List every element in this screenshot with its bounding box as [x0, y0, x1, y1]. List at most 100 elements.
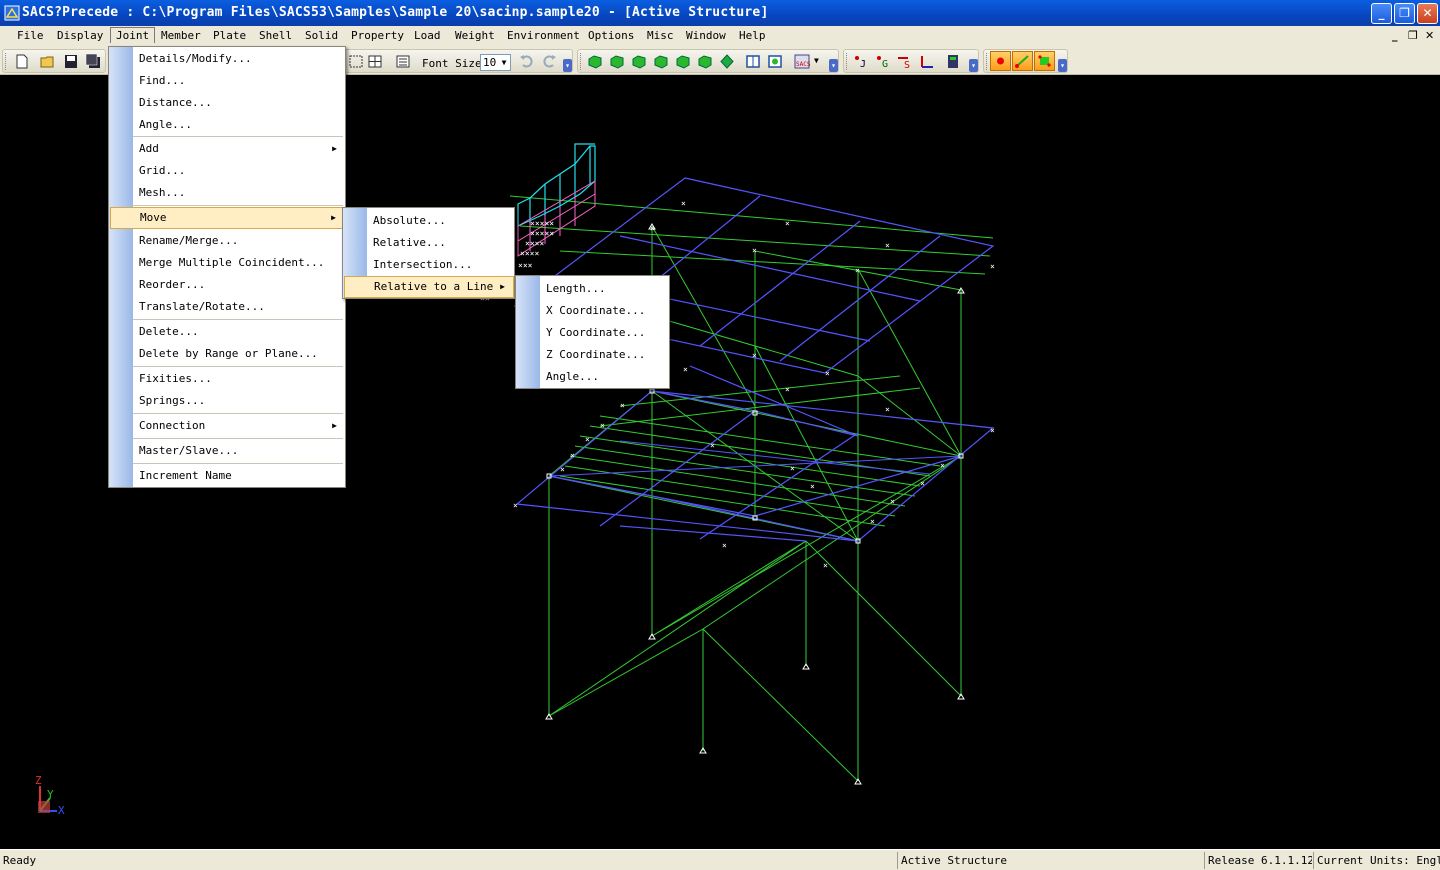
toolbar-options-icon[interactable]: ▾	[829, 59, 838, 72]
save-icon[interactable]	[62, 53, 80, 70]
grid-view-icon[interactable]	[366, 53, 384, 70]
properties-icon[interactable]	[944, 53, 962, 70]
menu-item-increment-name[interactable]: Increment Name	[133, 465, 345, 487]
menu-item-mesh[interactable]: Mesh...	[133, 182, 345, 204]
menu-item-translate-rotate[interactable]: Translate/Rotate...	[133, 296, 345, 318]
menu-member[interactable]: Member	[161, 29, 201, 42]
menu-options[interactable]: Options	[588, 29, 634, 42]
menu-property[interactable]: Property	[351, 29, 404, 42]
menu-item-add[interactable]: Add ▶	[133, 138, 345, 160]
menu-item-connection[interactable]: Connection ▶	[133, 415, 345, 437]
close-button[interactable]: ✕	[1417, 3, 1438, 24]
joint-group-icon[interactable]: G	[874, 53, 892, 70]
font-size-value: 10	[483, 56, 497, 69]
view-cube-back-icon[interactable]	[674, 53, 692, 70]
toolbar-grip[interactable]	[986, 53, 989, 70]
menu-item-line-angle[interactable]: Angle...	[540, 366, 669, 388]
svg-text:S: S	[904, 60, 910, 70]
joint-local-axes-icon[interactable]	[918, 53, 936, 70]
menu-item-intersection[interactable]: Intersection...	[367, 254, 514, 276]
new-file-icon[interactable]	[13, 53, 31, 70]
menu-item-springs[interactable]: Springs...	[133, 390, 345, 412]
relative-line-submenu: Length... X Coordinate... Y Coordinate..…	[515, 275, 670, 389]
restore-button[interactable]: ❐	[1394, 3, 1415, 24]
menu-item-x-coordinate[interactable]: X Coordinate...	[540, 300, 669, 322]
menu-joint[interactable]: Joint	[110, 27, 156, 43]
mdi-close-button[interactable]: ✕	[1425, 29, 1434, 42]
menu-misc[interactable]: Misc	[647, 29, 674, 42]
menu-item-absolute[interactable]: Absolute...	[367, 210, 514, 232]
toolbar-options-icon[interactable]: ▾	[969, 59, 978, 72]
menu-item-fixities[interactable]: Fixities...	[133, 368, 345, 390]
menu-item-relative-to-line[interactable]: Relative to a Line ▶	[344, 276, 514, 298]
svg-text:×: ×	[890, 497, 895, 506]
toolbar-grip[interactable]	[5, 53, 8, 70]
svg-text:×: ×	[683, 365, 688, 374]
joint-section-icon[interactable]: S	[896, 53, 914, 70]
joint-label-icon[interactable]: J	[852, 53, 870, 70]
submenu-arrow-icon: ▶	[332, 144, 337, 153]
view-cube-side-icon[interactable]	[630, 53, 648, 70]
menu-shell[interactable]: Shell	[259, 29, 292, 42]
view-cube-top-icon[interactable]	[652, 53, 670, 70]
menu-file[interactable]: File	[17, 29, 44, 42]
menu-item-move[interactable]: Move ▶	[110, 207, 345, 229]
list-icon[interactable]	[394, 53, 412, 70]
toolbar-grip[interactable]	[580, 53, 583, 70]
menu-item-angle[interactable]: Angle...	[133, 114, 345, 136]
menu-separator	[133, 319, 343, 320]
sacs-render-icon[interactable]: SACS	[793, 53, 811, 70]
view-cube-bottom-icon[interactable]	[696, 53, 714, 70]
svg-text:×: ×	[885, 405, 890, 414]
menu-item-delete[interactable]: Delete...	[133, 321, 345, 343]
menu-load[interactable]: Load	[414, 29, 441, 42]
undo-icon[interactable]	[518, 53, 536, 70]
draw-member-button[interactable]	[1012, 51, 1033, 71]
draw-joint-button[interactable]	[990, 51, 1011, 71]
window-view-icon[interactable]	[744, 53, 762, 70]
toolbar-grip[interactable]	[846, 53, 849, 70]
menu-item-y-coordinate[interactable]: Y Coordinate...	[540, 322, 669, 344]
mdi-restore-button[interactable]: ❐	[1408, 29, 1418, 42]
menu-plate[interactable]: Plate	[213, 29, 246, 42]
render-dropdown-icon[interactable]: ▼	[814, 56, 819, 65]
view-cube-iso-icon[interactable]	[586, 53, 604, 70]
menu-item-distance[interactable]: Distance...	[133, 92, 345, 114]
joint-dot-icon	[997, 57, 1004, 65]
toolbar-options-icon[interactable]: ▾	[1058, 59, 1067, 72]
menu-item-grid[interactable]: Grid...	[133, 160, 345, 182]
menu-item-z-coordinate[interactable]: Z Coordinate...	[540, 344, 669, 366]
menu-item-relative[interactable]: Relative...	[367, 232, 514, 254]
mdi-minimize-button[interactable]: _	[1392, 29, 1398, 42]
file-toolbar	[2, 49, 106, 73]
app-icon	[4, 5, 20, 21]
draw-plate-button[interactable]	[1034, 51, 1055, 71]
menu-help[interactable]: Help	[739, 29, 766, 42]
view-cube-front-icon[interactable]	[608, 53, 626, 70]
menu-item-length[interactable]: Length...	[540, 278, 669, 300]
menu-display[interactable]: Display	[57, 29, 103, 42]
menu-item-find[interactable]: Find...	[133, 70, 345, 92]
axis-x-label: X	[58, 804, 65, 817]
menu-item-merge-coincident[interactable]: Merge Multiple Coincident...	[133, 252, 345, 274]
menu-item-rename-merge[interactable]: Rename/Merge...	[133, 230, 345, 252]
select-icon[interactable]	[347, 53, 365, 70]
save-all-icon[interactable]	[84, 53, 102, 70]
menu-item-delete-range[interactable]: Delete by Range or Plane...	[133, 343, 345, 365]
zoom-extents-icon[interactable]	[766, 53, 784, 70]
menu-item-reorder[interactable]: Reorder...	[133, 274, 345, 296]
redo-icon[interactable]	[540, 53, 558, 70]
menu-item-details-modify[interactable]: Details/Modify...	[133, 48, 345, 70]
minimize-button[interactable]: _	[1371, 3, 1392, 24]
svg-text:×: ×	[990, 426, 995, 435]
menu-window[interactable]: Window	[686, 29, 726, 42]
font-size-select[interactable]: 10 ▼	[480, 54, 511, 71]
menu-environment[interactable]: Environment	[507, 29, 580, 42]
view-diamond-icon[interactable]	[718, 53, 736, 70]
menu-solid[interactable]: Solid	[305, 29, 338, 42]
menu-item-master-slave[interactable]: Master/Slave...	[133, 440, 345, 462]
toolbar-options-icon[interactable]: ▾	[563, 59, 572, 72]
dropdown-arrow-icon: ▼	[501, 58, 507, 67]
open-folder-icon[interactable]	[39, 53, 57, 70]
menu-weight[interactable]: Weight	[455, 29, 495, 42]
